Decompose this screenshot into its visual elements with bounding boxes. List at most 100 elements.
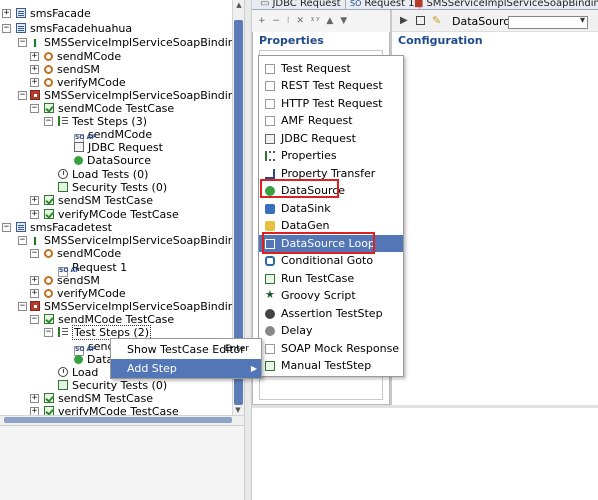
operation-icon xyxy=(44,78,53,87)
datasource-loop-highlight-box xyxy=(262,232,375,254)
tab-request-1[interactable]: SO Request 1 xyxy=(346,0,420,9)
tree-item-teststep[interactable]: SO APsendMCode xyxy=(74,128,152,144)
soap-request-icon: SO xyxy=(350,0,362,8)
expand-toggle[interactable]: + xyxy=(30,78,39,87)
menu-item-rest-test-request[interactable]: REST Test Request xyxy=(259,77,403,94)
collapse-toggle[interactable]: − xyxy=(18,302,27,311)
menu-item-show-testcase-editor[interactable]: Show TestCase Editor Enter xyxy=(111,340,261,359)
options-icon[interactable]: ✎ xyxy=(432,14,441,27)
tree-item-teststeps[interactable]: − Test Steps (3) xyxy=(44,115,147,128)
menu-item-run-testcase[interactable]: Run TestCase xyxy=(259,270,403,287)
tree-item-securitytests[interactable]: Security Tests (0) xyxy=(58,379,167,392)
project-icon xyxy=(16,222,26,232)
tree-item-smsfacadehuahua[interactable]: − smsFacadehuahua xyxy=(2,22,132,35)
properties-toolbar-icons[interactable]: + − ⁝ ✕ ᵡʸ ▲ ▼ xyxy=(258,16,349,26)
stop-icon[interactable] xyxy=(416,16,425,25)
expand-toggle[interactable]: + xyxy=(30,65,39,74)
collapse-toggle[interactable]: − xyxy=(18,91,27,100)
menu-item-jdbc-request[interactable]: JDBC Request xyxy=(259,130,403,147)
tree-item-testcase[interactable]: + sendSM TestCase xyxy=(30,194,153,207)
tree-item-testcase[interactable]: + verifyMCode TestCase xyxy=(30,208,179,221)
expand-toggle[interactable]: + xyxy=(30,276,39,285)
menu-item-groovy-script[interactable]: ★ Groovy Script xyxy=(259,287,403,304)
tree-item-loadtests[interactable]: Load xyxy=(58,366,98,379)
expand-toggle[interactable]: + xyxy=(2,9,11,18)
expand-toggle[interactable]: + xyxy=(30,394,39,403)
tree-item-smsfacade[interactable]: + smsFacade xyxy=(2,7,91,20)
menu-item-assertion-teststep[interactable]: Assertion TestStep xyxy=(259,305,403,322)
collapse-toggle[interactable]: − xyxy=(44,117,53,126)
menu-item-http-test-request[interactable]: HTTP Test Request xyxy=(259,95,403,112)
tree-item-operation[interactable]: + sendMCode xyxy=(30,50,121,63)
expand-toggle[interactable]: + xyxy=(30,289,39,298)
menu-item-delay[interactable]: Delay xyxy=(259,322,403,339)
collapse-toggle[interactable]: − xyxy=(30,249,39,258)
operation-icon xyxy=(44,276,53,285)
tree-item-operation[interactable]: + sendSM xyxy=(30,63,100,76)
menu-item-amf-request[interactable]: AMF Request xyxy=(259,112,403,129)
expand-toggle[interactable]: + xyxy=(30,210,39,219)
tree-item-teststep[interactable]: DataSource xyxy=(74,154,151,167)
tree-item-teststep[interactable]: Data xyxy=(74,353,113,366)
tree-item-interface[interactable]: − Ι SMSServiceImplServiceSoapBinding xyxy=(18,234,232,247)
datasource-highlight-box xyxy=(260,179,339,198)
tree-item-teststep[interactable]: SO APsend xyxy=(74,340,114,356)
collapse-toggle[interactable]: − xyxy=(2,24,11,33)
groovy-script-icon: ★ xyxy=(265,288,275,301)
testcase-icon xyxy=(44,195,54,205)
expand-toggle[interactable]: + xyxy=(30,52,39,61)
configuration-panel xyxy=(390,10,598,405)
tree-item-testcase[interactable]: − sendMCode TestCase xyxy=(30,102,174,115)
collapse-toggle[interactable]: − xyxy=(2,223,11,232)
testcase-icon xyxy=(44,393,54,403)
tree-item-securitytests[interactable]: Security Tests (0) xyxy=(58,181,167,194)
tab-testsuite[interactable]: ■SMSServiceImplServiceSoapBinding Tes xyxy=(410,0,598,9)
tree-item-testsuite[interactable]: −SMSServiceImplServiceSoapBinding TestSu… xyxy=(18,89,232,102)
tree-item-operation[interactable]: + verifyMCode xyxy=(30,76,126,89)
datasource-select[interactable] xyxy=(508,15,588,29)
teststeps-icon xyxy=(58,327,68,337)
run-icon[interactable]: ▶ xyxy=(400,15,408,26)
datagen-icon xyxy=(265,221,275,231)
menu-item-manual-teststep[interactable]: Manual TestStep xyxy=(259,357,403,374)
collapse-toggle[interactable]: − xyxy=(18,236,27,245)
menu-item-properties[interactable]: Properties xyxy=(259,147,403,164)
tree-item-interface[interactable]: − Ι SMSServiceImplServiceSoapBinding xyxy=(18,36,232,49)
tree-item-smsfacadetest[interactable]: − smsFacadetest xyxy=(2,221,112,234)
collapse-toggle[interactable]: − xyxy=(30,104,39,113)
collapse-toggle[interactable]: − xyxy=(44,328,53,337)
tree-item-request[interactable]: SO APRequest 1 xyxy=(58,261,127,277)
menu-item-add-step[interactable]: Add Step ▶ xyxy=(111,359,261,378)
expand-toggle[interactable]: + xyxy=(30,196,39,205)
tree-item-testsuite[interactable]: −SMSServiceImplServiceSoapBinding TestSu… xyxy=(18,300,232,313)
manual-teststep-icon xyxy=(265,361,275,371)
run-testcase-icon xyxy=(265,274,275,284)
add-step-submenu: Test Request REST Test Request HTTP Test… xyxy=(258,55,404,377)
tree-hscroll-thumb[interactable] xyxy=(4,417,232,423)
splitter[interactable] xyxy=(244,0,252,500)
rest-request-icon xyxy=(265,81,275,91)
tree-item-testcase[interactable]: + sendSM TestCase xyxy=(30,392,153,405)
operation-icon xyxy=(44,289,53,298)
assertion-teststep-icon xyxy=(265,309,275,319)
project-icon xyxy=(16,23,26,33)
tab-jdbc-request[interactable]: ▭ JDBC Request xyxy=(256,0,346,9)
menu-item-conditional-goto[interactable]: Conditional Goto xyxy=(259,252,403,269)
tree-item-teststep[interactable]: JDBC Request xyxy=(74,141,163,154)
scroll-down-icon[interactable]: ▼ xyxy=(232,405,244,415)
properties-title: Properties xyxy=(259,34,324,47)
collapse-toggle[interactable]: − xyxy=(18,38,27,47)
tree-item-loadtests[interactable]: Load Tests (0) xyxy=(58,168,148,181)
securitytest-icon xyxy=(58,380,68,390)
operation-icon xyxy=(44,65,53,74)
menu-item-soap-mock-response[interactable]: SOAP Mock Response xyxy=(259,340,403,357)
tree-item-operation[interactable]: − sendMCode xyxy=(30,247,121,260)
menu-item-test-request[interactable]: Test Request xyxy=(259,60,403,77)
configuration-toolbar: ▶ ✎ DataSource: xyxy=(392,10,598,32)
menu-item-datasink[interactable]: DataSink xyxy=(259,200,403,217)
tree-item-operation[interactable]: + verifyMCode xyxy=(30,287,126,300)
collapse-toggle[interactable]: − xyxy=(30,315,39,324)
tree-item-operation[interactable]: + sendSM xyxy=(30,274,100,287)
datasource-icon xyxy=(74,355,83,364)
testcase-icon xyxy=(44,209,54,219)
